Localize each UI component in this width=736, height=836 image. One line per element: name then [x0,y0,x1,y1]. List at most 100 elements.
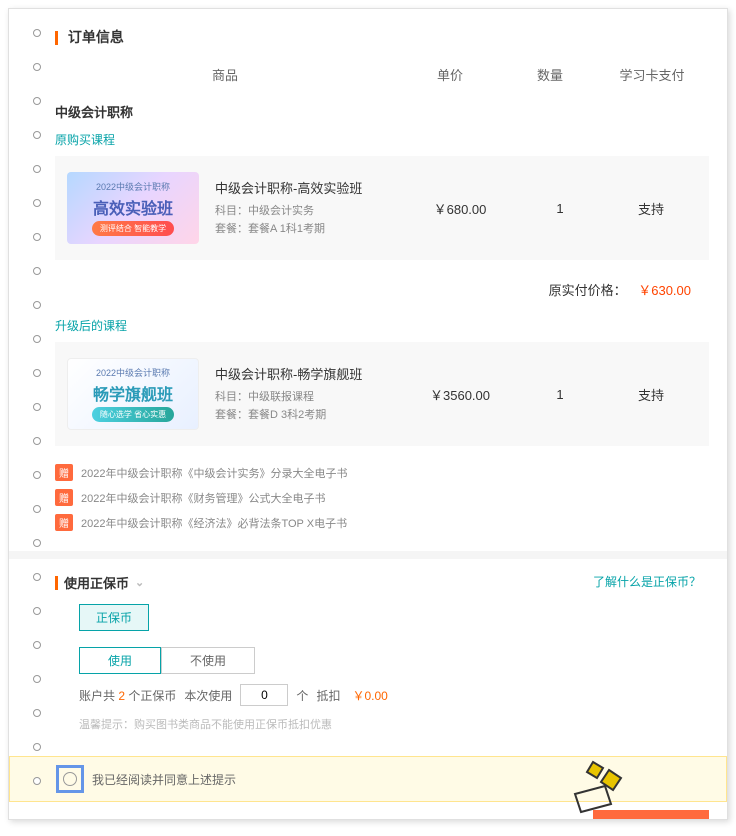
bullet-dot [33,233,41,241]
summary-area: 商品总价： ￥3,560.00 原课程抵扣金额： ￥680.00 应补差额： ￥… [55,802,709,820]
page-wrapper: 订单信息 商品 单价 数量 学习卡支付 中级会计职称 原购买课程 2022中级会… [8,8,728,820]
coin-use-button[interactable]: 使用 [79,647,161,674]
bullet-dot [33,675,41,683]
bullet-column [33,29,41,785]
gifts-list: 赠 2022年中级会计职称《中级会计实务》分录大全电子书 赠 2022年中级会计… [55,454,709,551]
coin-deduct-label: 抵扣 [316,687,340,704]
coin-deduct-value: ￥0.00 [352,687,387,704]
agree-radio[interactable] [63,772,77,786]
coin-this-time-label: 本次使用 [184,687,232,704]
bullet-dot [33,301,41,309]
course-qty: 1 [515,201,605,216]
course-subject: 科目：中级会计实务 [215,203,405,221]
gift-text: 2022年中级会计职称《经济法》必背法条TOP X电子书 [81,515,347,531]
section-order-info: 订单信息 [55,21,709,57]
paid-label: 原实付价格： [549,283,627,298]
gift-item: 赠 2022年中级会计职称《中级会计实务》分录大全电子书 [55,460,709,485]
bullet-dot [33,641,41,649]
bullet-dot [33,709,41,717]
course-price: ￥3560.00 [405,385,515,404]
coin-account-row: 账户共 2 个正保币 本次使用 个 抵扣 ￥0.00 [79,684,709,706]
coin-unit: 个 [296,687,308,704]
thumb-main-text: 高效实验班 [93,195,173,219]
chevron-down-icon: ⌄ [135,576,144,589]
course-pay: 支持 [605,385,697,404]
upgraded-course-header: 升级后的课程 [55,313,709,342]
thumb-top-text: 2022中级会计职称 [96,180,170,193]
col-pay: 学习卡支付 [595,65,709,84]
bullet-dot [33,335,41,343]
course-row-upgraded: 2022中级会计职称 畅学旗舰班 随心选学 省心实惠 中级会计职称-畅学旗舰班 … [55,342,709,446]
course-thumbnail: 2022中级会计职称 畅学旗舰班 随心选学 省心实惠 [67,358,199,430]
course-package: 套餐：套餐D 3科2考期 [215,407,405,425]
submit-order-button[interactable]: 提交订单 [593,810,709,820]
agree-highlight-box [56,765,84,793]
coin-tab[interactable]: 正保币 [79,604,149,631]
thumb-badge: 测评结合 智能教学 [92,221,174,236]
bullet-dot [33,573,41,581]
col-qty: 数量 [505,65,595,84]
col-product: 商品 [55,65,395,84]
agree-text: 我已经阅读并同意上述提示 [92,771,236,788]
paid-price: ￥630.00 [638,283,691,298]
thumb-top-text: 2022中级会计职称 [96,366,170,379]
section-divider [9,551,727,559]
bullet-dot [33,607,41,615]
agree-bar: 我已经阅读并同意上述提示 [9,756,727,802]
bullet-dot [33,539,41,547]
course-pay: 支持 [605,199,697,218]
bullet-dot [33,29,41,37]
coin-info-link[interactable]: 了解什么是正保币？ [593,573,701,590]
coin-input[interactable] [240,684,288,706]
bullet-dot [33,403,41,411]
bullet-dot [33,743,41,751]
coin-tip: 温馨提示：购买图书类商品不能使用正保币抵扣优惠 [79,716,709,732]
gift-text: 2022年中级会计职称《中级会计实务》分录大全电子书 [81,465,347,481]
bullet-dot [33,437,41,445]
course-row-original: 2022中级会计职称 高效实验班 测评结合 智能教学 中级会计职称-高效实验班 … [55,156,709,260]
title-bar-icon [55,31,58,45]
bullet-dot [33,97,41,105]
coin-account-count: 2 [118,689,125,703]
bullet-dot [33,131,41,139]
course-price: ￥680.00 [405,199,515,218]
original-paid-row: 原实付价格： ￥630.00 [55,268,709,313]
category-title: 中级会计职称 [55,98,709,127]
gift-item: 赠 2022年中级会计职称《财务管理》公式大全电子书 [55,485,709,510]
course-subject: 科目：中级联报课程 [215,389,405,407]
bullet-dot [33,165,41,173]
summary-row: 商品总价： ￥3,560.00 原课程抵扣金额： ￥680.00 应补差额： ￥… [55,810,709,820]
bullet-dot [33,63,41,71]
course-name: 中级会计职称-畅学旗舰班 [215,364,405,383]
main-content: 订单信息 商品 单价 数量 学习卡支付 中级会计职称 原购买课程 2022中级会… [47,9,727,820]
bullet-dot [33,199,41,207]
gift-text: 2022年中级会计职称《财务管理》公式大全电子书 [81,490,325,506]
course-info: 中级会计职称-畅学旗舰班 科目：中级联报课程 套餐：套餐D 3科2考期 [215,364,405,424]
coin-section: 使用正保币 ⌄ 了解什么是正保币？ 正保币 使用 不使用 账户共 2 个正保币 … [55,559,709,756]
bullet-dot [33,369,41,377]
bullet-dot [33,777,41,785]
course-qty: 1 [515,387,605,402]
gift-badge-icon: 赠 [55,464,73,481]
bullet-dot [33,505,41,513]
coin-use-toggle: 使用 不使用 [79,647,709,674]
coin-not-use-button[interactable]: 不使用 [161,647,255,674]
final-price-box: 实付金额： ￥1,492.04 （支付成功可获得2880个正保币） [400,812,577,820]
final-price: ￥1,492.04 [479,818,577,820]
title-bar-icon [55,576,58,590]
col-price: 单价 [395,65,505,84]
thumb-main-text: 畅学旗舰班 [93,381,173,405]
original-course-header: 原购买课程 [55,127,709,156]
gift-badge-icon: 赠 [55,514,73,531]
order-info-title: 订单信息 [68,29,124,45]
table-header: 商品 单价 数量 学习卡支付 [55,57,709,98]
bullet-dot [33,471,41,479]
bullet-dot [33,267,41,275]
gift-badge-icon: 赠 [55,489,73,506]
course-thumbnail: 2022中级会计职称 高效实验班 测评结合 智能教学 [67,172,199,244]
course-info: 中级会计职称-高效实验班 科目：中级会计实务 套餐：套餐A 1科1考期 [215,178,405,238]
thumb-badge: 随心选学 省心实惠 [92,407,174,422]
course-package: 套餐：套餐A 1科1考期 [215,221,405,239]
coin-title-text: 使用正保币 [64,573,129,592]
course-name: 中级会计职称-高效实验班 [215,178,405,197]
